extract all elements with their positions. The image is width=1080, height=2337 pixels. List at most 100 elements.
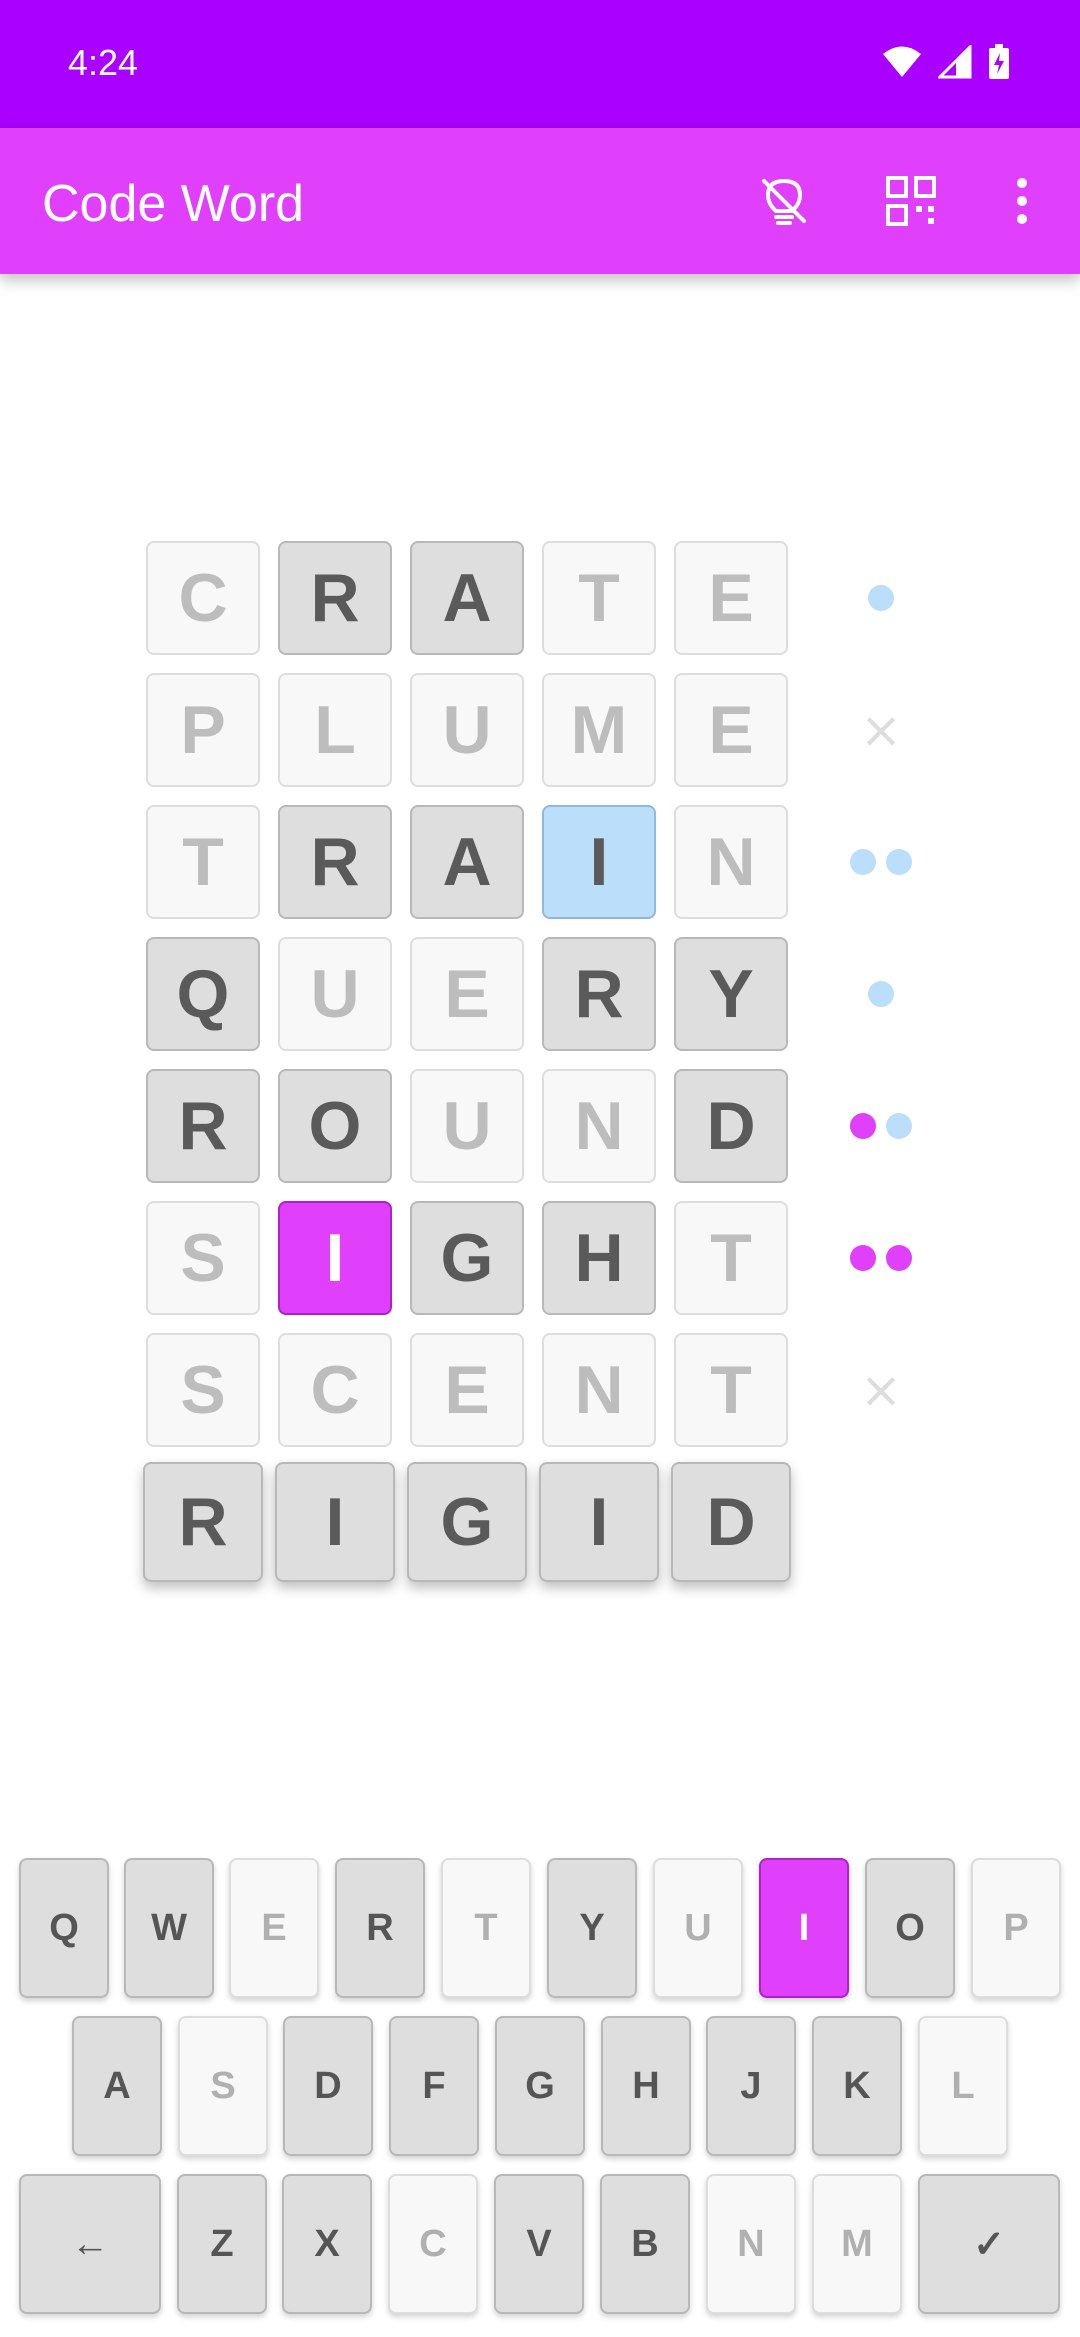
current-guess-tile[interactable]: I xyxy=(539,1462,659,1582)
current-guess-tile[interactable]: R xyxy=(143,1462,263,1582)
key-l[interactable]: L xyxy=(918,2016,1008,2156)
feedback-markers xyxy=(836,974,926,1014)
guess-tile: R xyxy=(278,541,392,655)
app-bar: Code Word xyxy=(0,128,1080,274)
guess-row: SIGHT xyxy=(146,1192,912,1324)
guess-row: TRAIN xyxy=(146,796,912,928)
current-guess-tile[interactable]: I xyxy=(275,1462,395,1582)
lightbulb-off-icon xyxy=(762,178,806,225)
guess-tile: T xyxy=(542,541,656,655)
hints-toggle-button[interactable] xyxy=(751,168,817,234)
key-d[interactable]: D xyxy=(283,2016,373,2156)
feedback-markers xyxy=(836,1238,926,1278)
current-guess-row[interactable]: RIGID xyxy=(143,1456,806,1588)
exact-match-dot xyxy=(850,1113,876,1139)
partial-match-dot xyxy=(850,849,876,875)
guess-tile: N xyxy=(674,805,788,919)
key-o[interactable]: O xyxy=(865,1858,955,1998)
guess-tile: N xyxy=(542,1069,656,1183)
key-h[interactable]: H xyxy=(601,2016,691,2156)
no-match-icon: × xyxy=(860,1361,902,1419)
partial-match-dot xyxy=(886,849,912,875)
cell-signal-icon xyxy=(938,45,972,79)
partial-match-dot xyxy=(886,1113,912,1139)
more-vert-icon xyxy=(1017,178,1027,224)
guess-tile: Q xyxy=(146,937,260,1051)
qr-code-icon xyxy=(886,176,936,226)
key-z[interactable]: Z xyxy=(177,2174,267,2314)
key-c[interactable]: C xyxy=(388,2174,478,2314)
guess-tile: P xyxy=(146,673,260,787)
key-t[interactable]: T xyxy=(441,1858,531,1998)
guess-tile: C xyxy=(278,1333,392,1447)
guess-row: QUERY xyxy=(146,928,894,1060)
guess-board: C R A T E P L U M E × T R A I N Q U E R Y R O U N D S I G H T S C E N T × R I G… xyxy=(143,532,912,1588)
guess-tile: T xyxy=(674,1201,788,1315)
current-guess-tile[interactable]: D xyxy=(671,1462,791,1582)
status-icons xyxy=(882,44,1010,80)
qr-code-button[interactable] xyxy=(878,168,944,234)
guess-tile: U xyxy=(410,1069,524,1183)
key-q[interactable]: Q xyxy=(19,1858,109,1998)
exact-match-dot xyxy=(886,1245,912,1271)
key-e[interactable]: E xyxy=(229,1858,319,1998)
key-a[interactable]: A xyxy=(72,2016,162,2156)
guess-tile: G xyxy=(410,1201,524,1315)
feedback-markers xyxy=(836,842,926,882)
guess-tile: E xyxy=(674,673,788,787)
feedback-markers xyxy=(836,578,926,618)
guess-tile: H xyxy=(542,1201,656,1315)
guess-tile: L xyxy=(278,673,392,787)
guess-row: S C E N T × xyxy=(146,1324,902,1456)
feedback-markers: × xyxy=(836,1361,926,1419)
key-s[interactable]: S xyxy=(178,2016,268,2156)
app-title: Code Word xyxy=(42,175,305,233)
key-v[interactable]: V xyxy=(494,2174,584,2314)
guess-tile: A xyxy=(410,805,524,919)
overflow-menu-button[interactable] xyxy=(989,168,1055,234)
enter-key[interactable]: ✓ xyxy=(918,2174,1060,2314)
key-k[interactable]: K xyxy=(812,2016,902,2156)
status-bar: 4:24 xyxy=(0,0,1080,128)
guess-tile: M xyxy=(542,673,656,787)
guess-tile: R xyxy=(278,805,392,919)
guess-tile: E xyxy=(410,937,524,1051)
partial-match-dot xyxy=(868,585,894,611)
guess-tile: S xyxy=(146,1201,260,1315)
guess-tile: R xyxy=(146,1069,260,1183)
guess-tile: U xyxy=(278,937,392,1051)
key-m[interactable]: M xyxy=(812,2174,902,2314)
guess-tile: E xyxy=(410,1333,524,1447)
guess-tile: I xyxy=(278,1201,392,1315)
guess-tile: R xyxy=(542,937,656,1051)
guess-tile: N xyxy=(542,1333,656,1447)
key-x[interactable]: X xyxy=(282,2174,372,2314)
key-g[interactable]: G xyxy=(495,2016,585,2156)
feedback-markers: × xyxy=(836,701,926,759)
backspace-key[interactable]: ← xyxy=(19,2174,161,2314)
guess-tile: O xyxy=(278,1069,392,1183)
key-p[interactable]: P xyxy=(971,1858,1061,1998)
key-b[interactable]: B xyxy=(600,2174,690,2314)
key-n[interactable]: N xyxy=(706,2174,796,2314)
key-r[interactable]: R xyxy=(335,1858,425,1998)
guess-tile: Y xyxy=(674,937,788,1051)
wifi-icon xyxy=(883,46,921,77)
key-j[interactable]: J xyxy=(706,2016,796,2156)
key-y[interactable]: Y xyxy=(547,1858,637,1998)
key-w[interactable]: W xyxy=(124,1858,214,1998)
exact-match-dot xyxy=(850,1245,876,1271)
guess-tile: U xyxy=(410,673,524,787)
guess-tile: E xyxy=(674,541,788,655)
no-match-icon: × xyxy=(860,701,902,759)
guess-tile: S xyxy=(146,1333,260,1447)
key-f[interactable]: F xyxy=(389,2016,479,2156)
guess-tile: T xyxy=(674,1333,788,1447)
guess-row: P L U M E × xyxy=(146,664,902,796)
key-u[interactable]: U xyxy=(653,1858,743,1998)
guess-row: ROUND xyxy=(146,1060,912,1192)
status-time: 4:24 xyxy=(68,42,139,83)
guess-tile: C xyxy=(146,541,260,655)
current-guess-tile[interactable]: G xyxy=(407,1462,527,1582)
key-i[interactable]: I xyxy=(759,1858,849,1998)
